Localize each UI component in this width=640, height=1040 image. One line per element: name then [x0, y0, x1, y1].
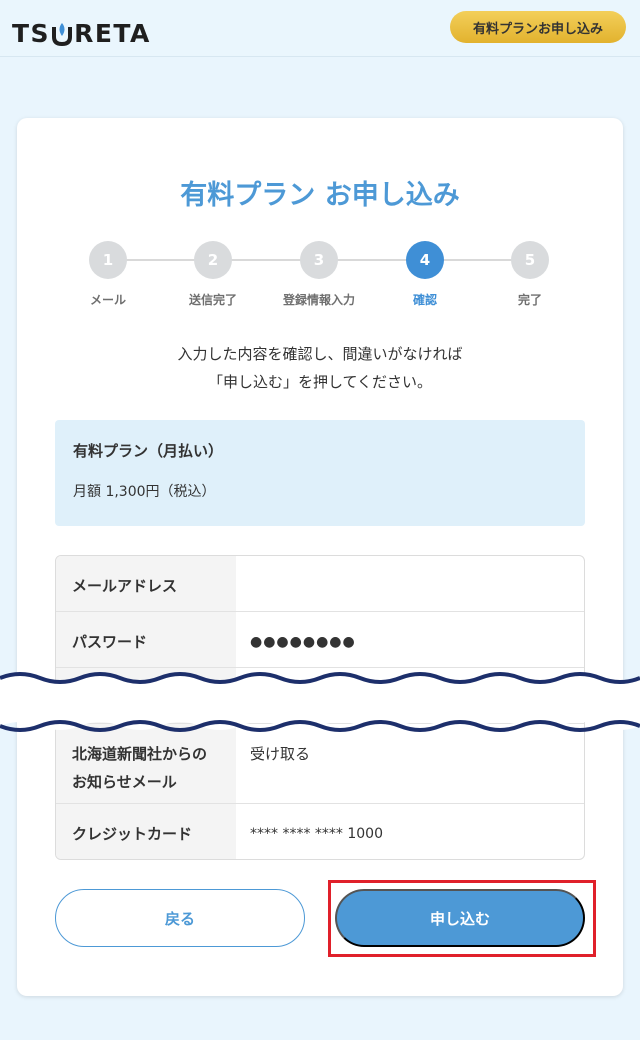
- back-button[interactable]: 戻る: [55, 889, 305, 947]
- step-label: 確認: [412, 293, 437, 307]
- row-value: **** **** **** 1000: [250, 826, 383, 842]
- logo-text-left: TS: [12, 19, 51, 48]
- row-key-line-2: お知らせメール: [72, 773, 177, 791]
- submit-highlight-box: [328, 880, 596, 957]
- header-paid-plan-button[interactable]: 有料プランお申し込み: [450, 11, 626, 43]
- step-number: 5: [511, 241, 549, 279]
- omission-wave-divider: [0, 672, 640, 732]
- plan-name: 有料プラン（月払い）: [73, 442, 224, 460]
- row-value: ●●●●●●●●: [250, 634, 356, 650]
- step-4-current: 4 確認: [365, 241, 485, 308]
- logo-text-right: RETA: [74, 19, 151, 48]
- step-number: 4: [406, 241, 444, 279]
- row-key: パスワード: [56, 612, 236, 667]
- confirmation-instructions: 入力した内容を確認し、間違いがなければ 「申し込む」を押してください。: [17, 340, 623, 396]
- tsureta-logo[interactable]: TS RETA: [12, 20, 151, 48]
- step-3: 3 登録情報入力: [259, 241, 379, 308]
- table-row-email: メールアドレス: [56, 556, 584, 612]
- step-label: 登録情報入力: [282, 293, 355, 307]
- page-title: 有料プラン お申し込み: [180, 180, 460, 211]
- step-number: 2: [194, 241, 232, 279]
- row-key: クレジットカード: [56, 804, 236, 859]
- step-2: 2 送信完了: [153, 241, 273, 308]
- row-key: メールアドレス: [56, 556, 236, 611]
- row-key-line-1: 北海道新聞社からの: [72, 745, 208, 763]
- instructions-line-1: 入力した内容を確認し、間違いがなければ: [177, 345, 463, 363]
- header: TS RETA 有料プランお申し込み: [0, 0, 640, 57]
- step-number: 1: [89, 241, 127, 279]
- step-label: 送信完了: [188, 293, 237, 307]
- step-label: メール: [89, 293, 126, 307]
- progress-stepper: 1 メール 2 送信完了 3 登録情報入力 4 確認 5 完了: [17, 241, 623, 311]
- plan-summary-box: 有料プラン（月払い） 月額 1,300円（税込）: [55, 420, 585, 526]
- plan-price: 月額 1,300円（税込）: [73, 484, 216, 500]
- step-5: 5 完了: [470, 241, 590, 308]
- instructions-line-2: 「申し込む」を押してください。: [207, 373, 433, 391]
- step-label: 完了: [517, 293, 542, 307]
- step-number: 3: [300, 241, 338, 279]
- logo-u-mark-icon: [51, 21, 73, 47]
- table-row-credit-card: クレジットカード **** **** **** 1000: [56, 804, 584, 859]
- row-value: [236, 556, 584, 611]
- signup-card: 有料プラン お申し込み 1 メール 2 送信完了 3 登録情報入力 4 確認 5…: [17, 118, 623, 996]
- step-1: 1 メール: [48, 241, 168, 308]
